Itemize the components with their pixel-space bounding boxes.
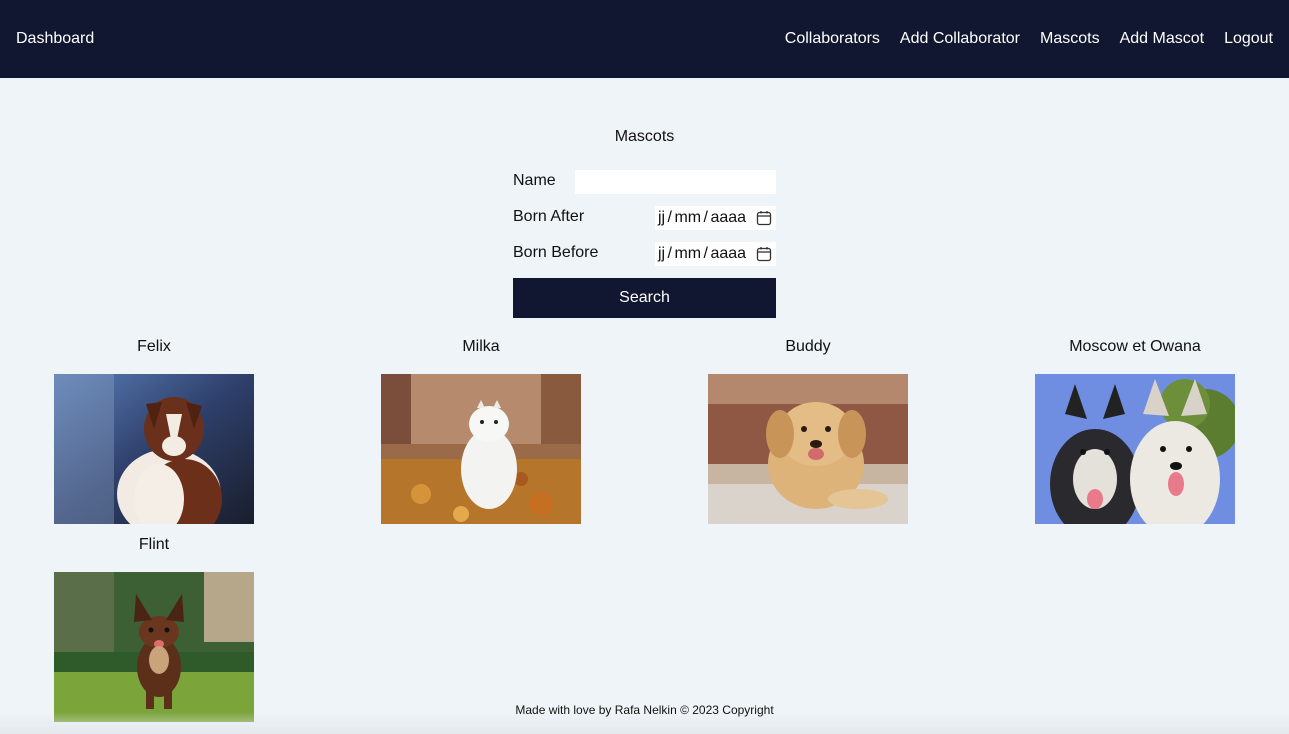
nav-dashboard-link[interactable]: Dashboard (16, 30, 94, 48)
page-title: Mascots (614, 128, 675, 145)
born-after-label: Born After (513, 208, 585, 225)
mascot-photo[interactable] (708, 374, 908, 524)
born-before-date-input[interactable]: jj / mm / aaaa (655, 242, 776, 266)
mascot-name: Flint (138, 536, 170, 553)
mascot-photo[interactable] (54, 374, 254, 524)
name-label: Name (513, 172, 556, 189)
name-row: Name (513, 170, 776, 194)
born-before-placeholder: jj / mm / aaaa (658, 245, 747, 262)
nav-mascots-link[interactable]: Mascots (1040, 30, 1100, 48)
calendar-icon[interactable] (756, 210, 772, 226)
born-after-row: Born After jj / mm / aaaa (513, 206, 776, 230)
search-button[interactable]: Search (513, 278, 776, 318)
calendar-icon[interactable] (756, 246, 772, 262)
mascot-photo[interactable] (381, 374, 581, 524)
nav-add-mascot-link[interactable]: Add Mascot (1120, 30, 1204, 48)
mascot-photo[interactable] (54, 572, 254, 722)
born-before-row: Born Before jj / mm / aaaa (513, 242, 776, 266)
nav-links: Collaborators Add Collaborator Mascots A… (785, 30, 1273, 48)
name-input[interactable] (575, 170, 776, 194)
top-navbar: Dashboard Collaborators Add Collaborator… (0, 0, 1289, 78)
nav-add-collaborator-link[interactable]: Add Collaborator (900, 30, 1020, 48)
mascot-photo[interactable] (1035, 374, 1235, 524)
born-after-placeholder: jj / mm / aaaa (658, 209, 747, 226)
born-before-label: Born Before (513, 244, 599, 261)
mascot-name: Moscow et Owana (1069, 338, 1201, 355)
footer: Made with love by Rafa Nelkin © 2023 Cop… (515, 703, 774, 717)
nav-logout-link[interactable]: Logout (1224, 30, 1273, 48)
nav-collaborators-link[interactable]: Collaborators (785, 30, 880, 48)
born-after-date-input[interactable]: jj / mm / aaaa (655, 206, 776, 230)
